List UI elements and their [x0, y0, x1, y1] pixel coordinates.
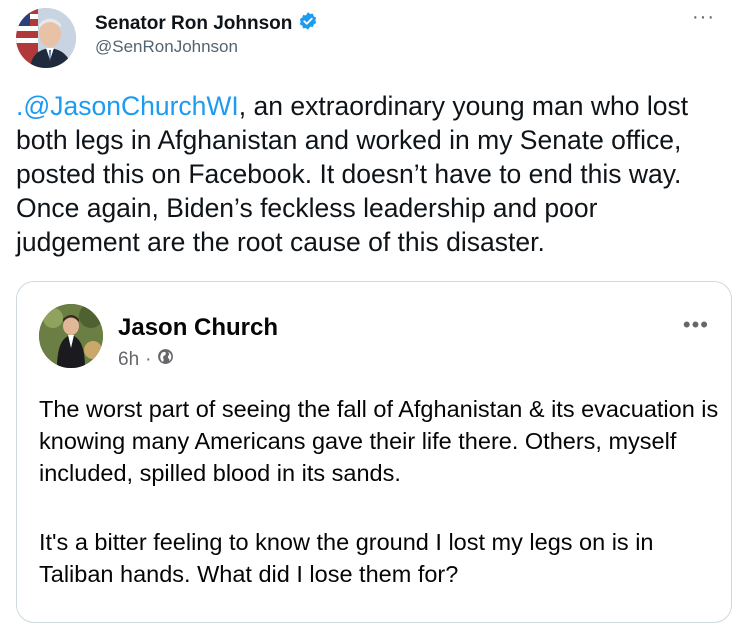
author-handle[interactable]: @SenRonJohnson: [95, 37, 238, 57]
quoted-paragraph: The worst part of seeing the fall of Afg…: [39, 396, 719, 486]
globe-icon: [157, 348, 174, 371]
quoted-more-options-icon[interactable]: •••: [683, 312, 709, 338]
author-avatar[interactable]: [16, 8, 76, 68]
quoted-post-time[interactable]: 6h: [118, 349, 139, 371]
tweet-text: .@JasonChurchWI, an extraordinary young …: [16, 89, 721, 259]
mention-link[interactable]: .@JasonChurchWI: [16, 91, 239, 121]
author-name[interactable]: Senator Ron Johnson: [95, 13, 292, 35]
quoted-paragraph: It's a bitter feeling to know the ground…: [39, 529, 654, 587]
meta-separator: ·: [145, 348, 152, 370]
author-name-row: Senator Ron Johnson: [95, 11, 318, 36]
quoted-post[interactable]: Jason Church 6h · ••• The worst part of …: [16, 281, 732, 623]
verified-badge-icon: [298, 11, 318, 36]
more-options-icon[interactable]: ···: [692, 6, 715, 29]
quoted-author-avatar[interactable]: [39, 304, 103, 368]
quoted-author-name[interactable]: Jason Church: [118, 314, 278, 342]
quoted-post-meta: 6h ·: [118, 348, 174, 371]
